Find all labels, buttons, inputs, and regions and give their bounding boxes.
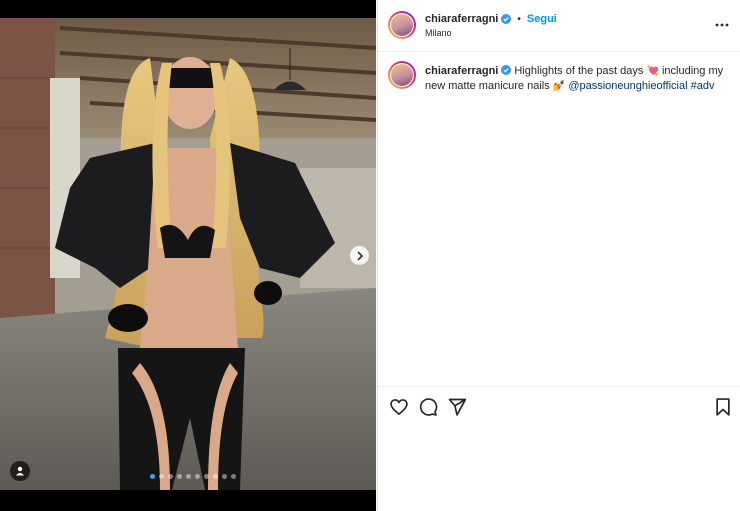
carousel-dot (222, 474, 227, 479)
bookmark-icon[interactable] (713, 397, 733, 417)
carousel-dot (204, 474, 209, 479)
carousel-dot (177, 474, 182, 479)
carousel-dot (168, 474, 173, 479)
post-photo (0, 18, 376, 490)
comment-icon[interactable] (418, 397, 438, 417)
share-icon[interactable] (447, 397, 467, 417)
post-media[interactable] (0, 0, 376, 511)
verified-badge-icon (501, 65, 512, 75)
carousel-dot (159, 474, 164, 479)
carousel-dot (213, 474, 218, 479)
chevron-right-icon (357, 251, 363, 260)
verified-badge-icon (501, 14, 512, 24)
follow-button[interactable]: Segui (527, 13, 557, 25)
caption-username[interactable]: chiaraferragni (425, 65, 498, 77)
separator-dot: • (517, 13, 521, 25)
carousel-indicator (150, 474, 236, 479)
heart-icon[interactable] (389, 397, 409, 417)
heart-emoji: 💘 (646, 66, 659, 77)
post-panel: chiaraferragni • Segui Milano chiaraferr… (377, 0, 740, 511)
mention-link[interactable]: @passioneunghieofficial (568, 80, 687, 92)
caption-avatar[interactable] (388, 61, 416, 89)
carousel-next-button[interactable] (350, 246, 369, 265)
nails-emoji: 💅 (552, 81, 566, 92)
tagged-people-button[interactable] (10, 461, 30, 481)
carousel-dot (231, 474, 236, 479)
post-header: chiaraferragni • Segui Milano (378, 0, 740, 52)
avatar[interactable] (388, 11, 416, 39)
action-bar (378, 386, 740, 427)
more-options-icon[interactable] (715, 18, 729, 32)
hashtag-link[interactable]: #adv (691, 80, 715, 92)
caption-body: Highlights of the past days (514, 65, 644, 77)
person-tag-icon (16, 466, 24, 476)
location-link[interactable]: Milano (425, 28, 452, 38)
carousel-dot (150, 474, 155, 479)
caption-text: chiaraferragni Highlights of the past day… (425, 64, 725, 94)
carousel-dot (186, 474, 191, 479)
carousel-dot (195, 474, 200, 479)
username-link[interactable]: chiaraferragni (425, 13, 498, 25)
